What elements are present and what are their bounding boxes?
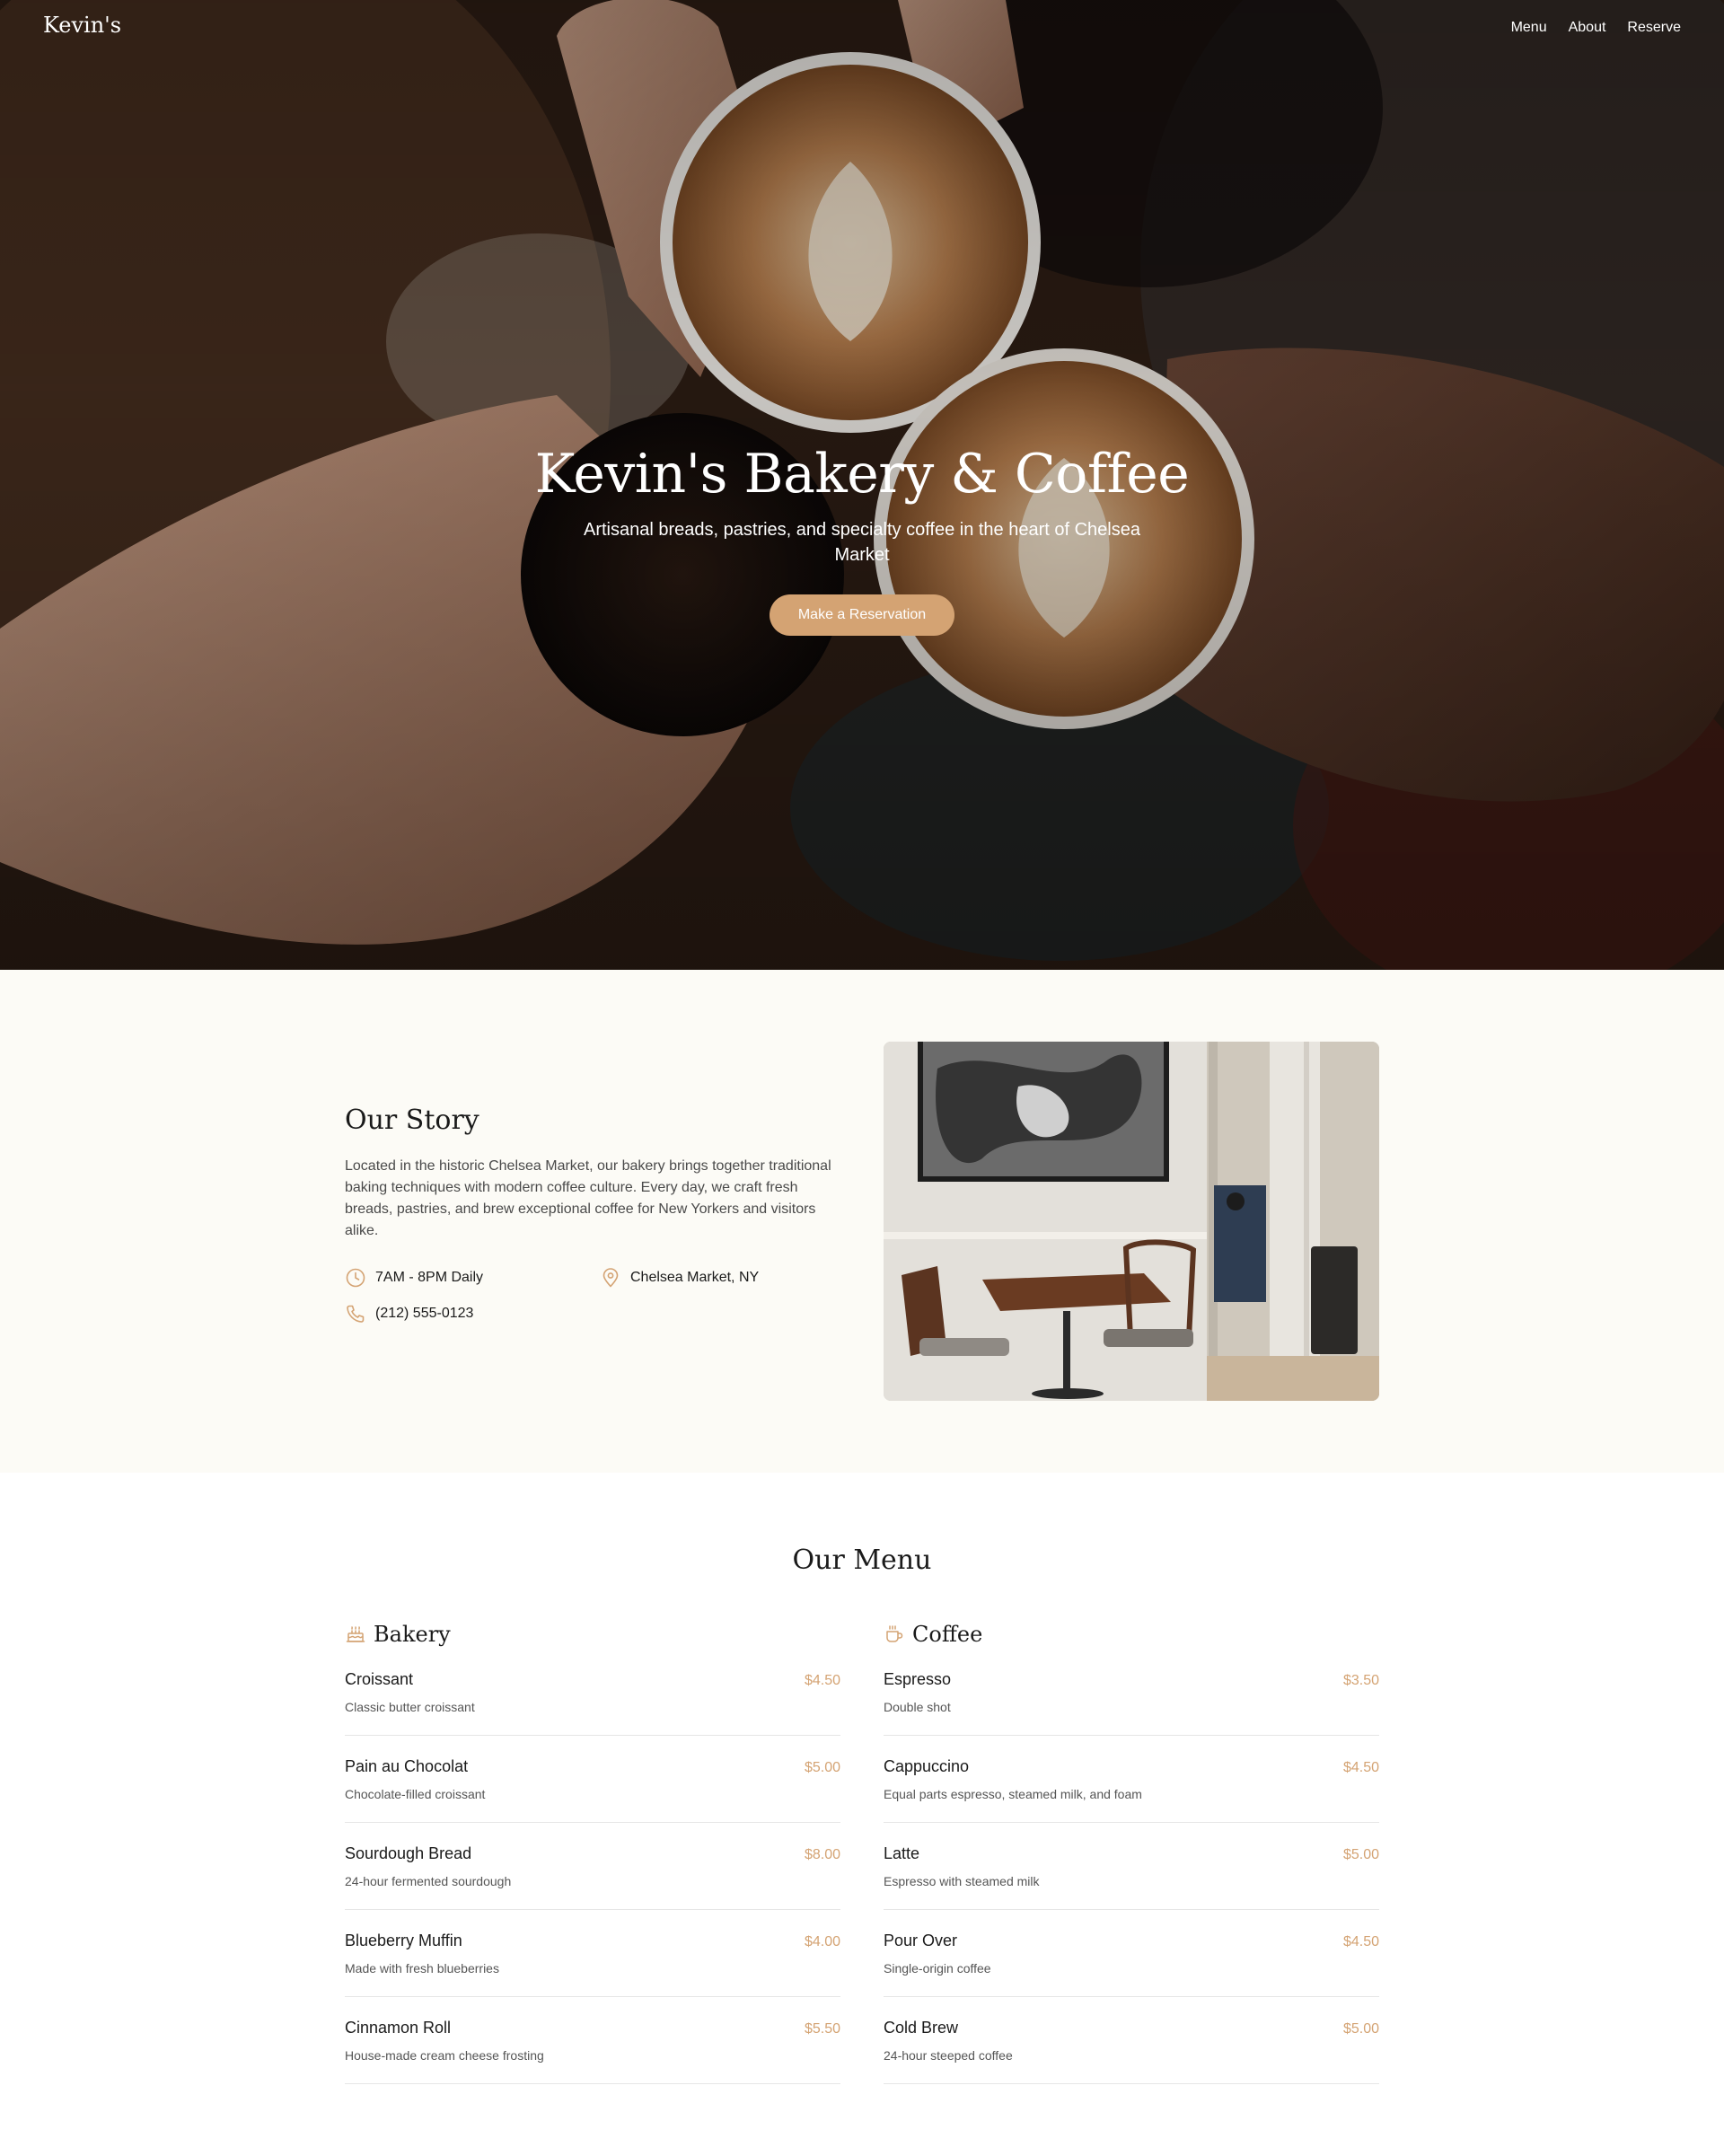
nav-link-reserve[interactable]: Reserve (1627, 20, 1681, 36)
menu-item[interactable]: Croissant $4.50 Classic butter croissant (345, 1670, 840, 1736)
item-name: Espresso (884, 1670, 952, 1688)
item-description: 24-hour steeped coffee (884, 2048, 1013, 2063)
clock-icon (346, 1268, 365, 1288)
coffee-title: Coffee (912, 1622, 983, 1647)
nav-link-about[interactable]: About (1569, 20, 1606, 36)
item-description: Made with fresh blueberries (345, 1961, 499, 1976)
make-reservation-button[interactable]: Make a Reservation (769, 594, 955, 636)
item-price: $3.50 (1342, 1673, 1379, 1688)
menu-item[interactable]: Cappuccino $4.50 Equal parts espresso, st… (884, 1757, 1379, 1823)
item-price: $5.50 (804, 2021, 840, 2037)
phone-icon (347, 1305, 365, 1323)
item-description: Double shot (884, 1700, 951, 1714)
hero-subtitle: Artisanal breads, pastries, and specialt… (584, 520, 1140, 565)
item-name: Cold Brew (884, 2019, 959, 2037)
story-facts: 7AM - 8PM Daily Chelsea Market, NY (212)… (345, 1267, 840, 1324)
cafe-interior-photo (884, 1042, 1379, 1401)
item-name: Pain au Chocolat (345, 1757, 469, 1775)
coffee-heading: Coffee (884, 1620, 1379, 1649)
item-name: Sourdough Bread (345, 1844, 472, 1862)
hero-content: Kevin's Bakery & Coffee Artisanal breads… (0, 438, 1724, 636)
bakery-column: Bakery Croissant $4.50 Classic butter cro… (345, 1620, 840, 2106)
story-text: Our Story Located in the historic Chelse… (345, 1104, 840, 1324)
brand-logo[interactable]: Kevin's (43, 13, 121, 38)
item-name: Pour Over (884, 1932, 958, 1949)
item-price: $4.50 (1342, 1760, 1379, 1775)
item-price: $4.50 (1342, 1934, 1379, 1949)
item-description: Chocolate-filled croissant (345, 1787, 486, 1801)
location-text: Chelsea Market, NY (630, 1270, 760, 1285)
coffee-cup-icon (886, 1625, 903, 1642)
bakery-items: Croissant $4.50 Classic butter croissant … (345, 1670, 840, 2106)
cake-icon (346, 1626, 365, 1642)
hours-text: 7AM - 8PM Daily (375, 1270, 484, 1285)
menu-item[interactable]: Pour Over $4.50 Single-origin coffee (884, 1932, 1379, 1997)
menu-title: Our Menu (792, 1544, 932, 1576)
menu-item[interactable]: Pain au Chocolat $5.00 Chocolate-filled c… (345, 1757, 840, 1823)
hero-title: Kevin's Bakery & Coffee (534, 443, 1190, 506)
coffee-column: Coffee Espresso $3.50 Double shot Cappucc… (884, 1620, 1379, 2106)
bakery-title: Bakery (374, 1622, 451, 1647)
coffee-items: Espresso $3.50 Double shot Cappuccino $4.5… (884, 1670, 1379, 2106)
item-price: $8.00 (804, 1847, 840, 1862)
item-name: Blueberry Muffin (345, 1932, 462, 1949)
item-name: Croissant (345, 1670, 414, 1688)
nav-link-menu[interactable]: Menu (1511, 20, 1547, 36)
phone-fact: (212) 555-0123 (345, 1303, 600, 1324)
menu-item[interactable]: Cinnamon Roll $5.50 House-made cream chee… (345, 2019, 840, 2084)
item-name: Latte (884, 1844, 920, 1862)
item-description: Espresso with steamed milk (884, 1874, 1040, 1888)
item-price: $4.50 (804, 1673, 840, 1688)
item-description: Single-origin coffee (884, 1961, 991, 1976)
location-fact: Chelsea Market, NY (600, 1267, 840, 1289)
menu-item[interactable]: Cold Brew $5.00 24-hour steeped coffee (884, 2019, 1379, 2084)
item-price: $4.00 (804, 1934, 840, 1949)
item-description: Equal parts espresso, steamed milk, and … (884, 1787, 1142, 1801)
item-price: $5.00 (804, 1760, 840, 1775)
item-price: $5.00 (1342, 2021, 1379, 2037)
hours-fact: 7AM - 8PM Daily (345, 1267, 600, 1289)
menu-item[interactable]: Blueberry Muffin $4.00 Made with fresh bl… (345, 1932, 840, 1997)
map-pin-icon (603, 1268, 619, 1288)
menu-item[interactable]: Espresso $3.50 Double shot (884, 1670, 1379, 1736)
hero-section: Kevin's Menu About Reserve Kevin's Baker… (0, 0, 1724, 970)
menu-item[interactable]: Sourdough Bread $8.00 24-hour fermented s… (345, 1844, 840, 1910)
item-name: Cinnamon Roll (345, 2019, 452, 2037)
nav-links: Menu About Reserve (1511, 20, 1681, 36)
bakery-heading: Bakery (345, 1620, 840, 1649)
item-name: Cappuccino (884, 1757, 970, 1775)
story-body: Located in the historic Chelsea Market, … (345, 1158, 831, 1238)
menu-item[interactable]: Latte $5.00 Espresso with steamed milk (884, 1844, 1379, 1910)
phone-text[interactable]: (212) 555-0123 (375, 1306, 473, 1322)
menu-section: Our Menu Bakery Croissant $4.50 Classic b… (0, 1473, 1724, 2156)
story-title: Our Story (345, 1104, 479, 1136)
item-description: House-made cream cheese frosting (345, 2048, 544, 2063)
top-nav: Kevin's Menu About Reserve (0, 0, 1724, 57)
item-description: 24-hour fermented sourdough (345, 1874, 512, 1888)
our-story-section: Our Story Located in the historic Chelse… (0, 970, 1724, 1473)
item-description: Classic butter croissant (345, 1700, 475, 1714)
item-price: $5.00 (1342, 1847, 1379, 1862)
